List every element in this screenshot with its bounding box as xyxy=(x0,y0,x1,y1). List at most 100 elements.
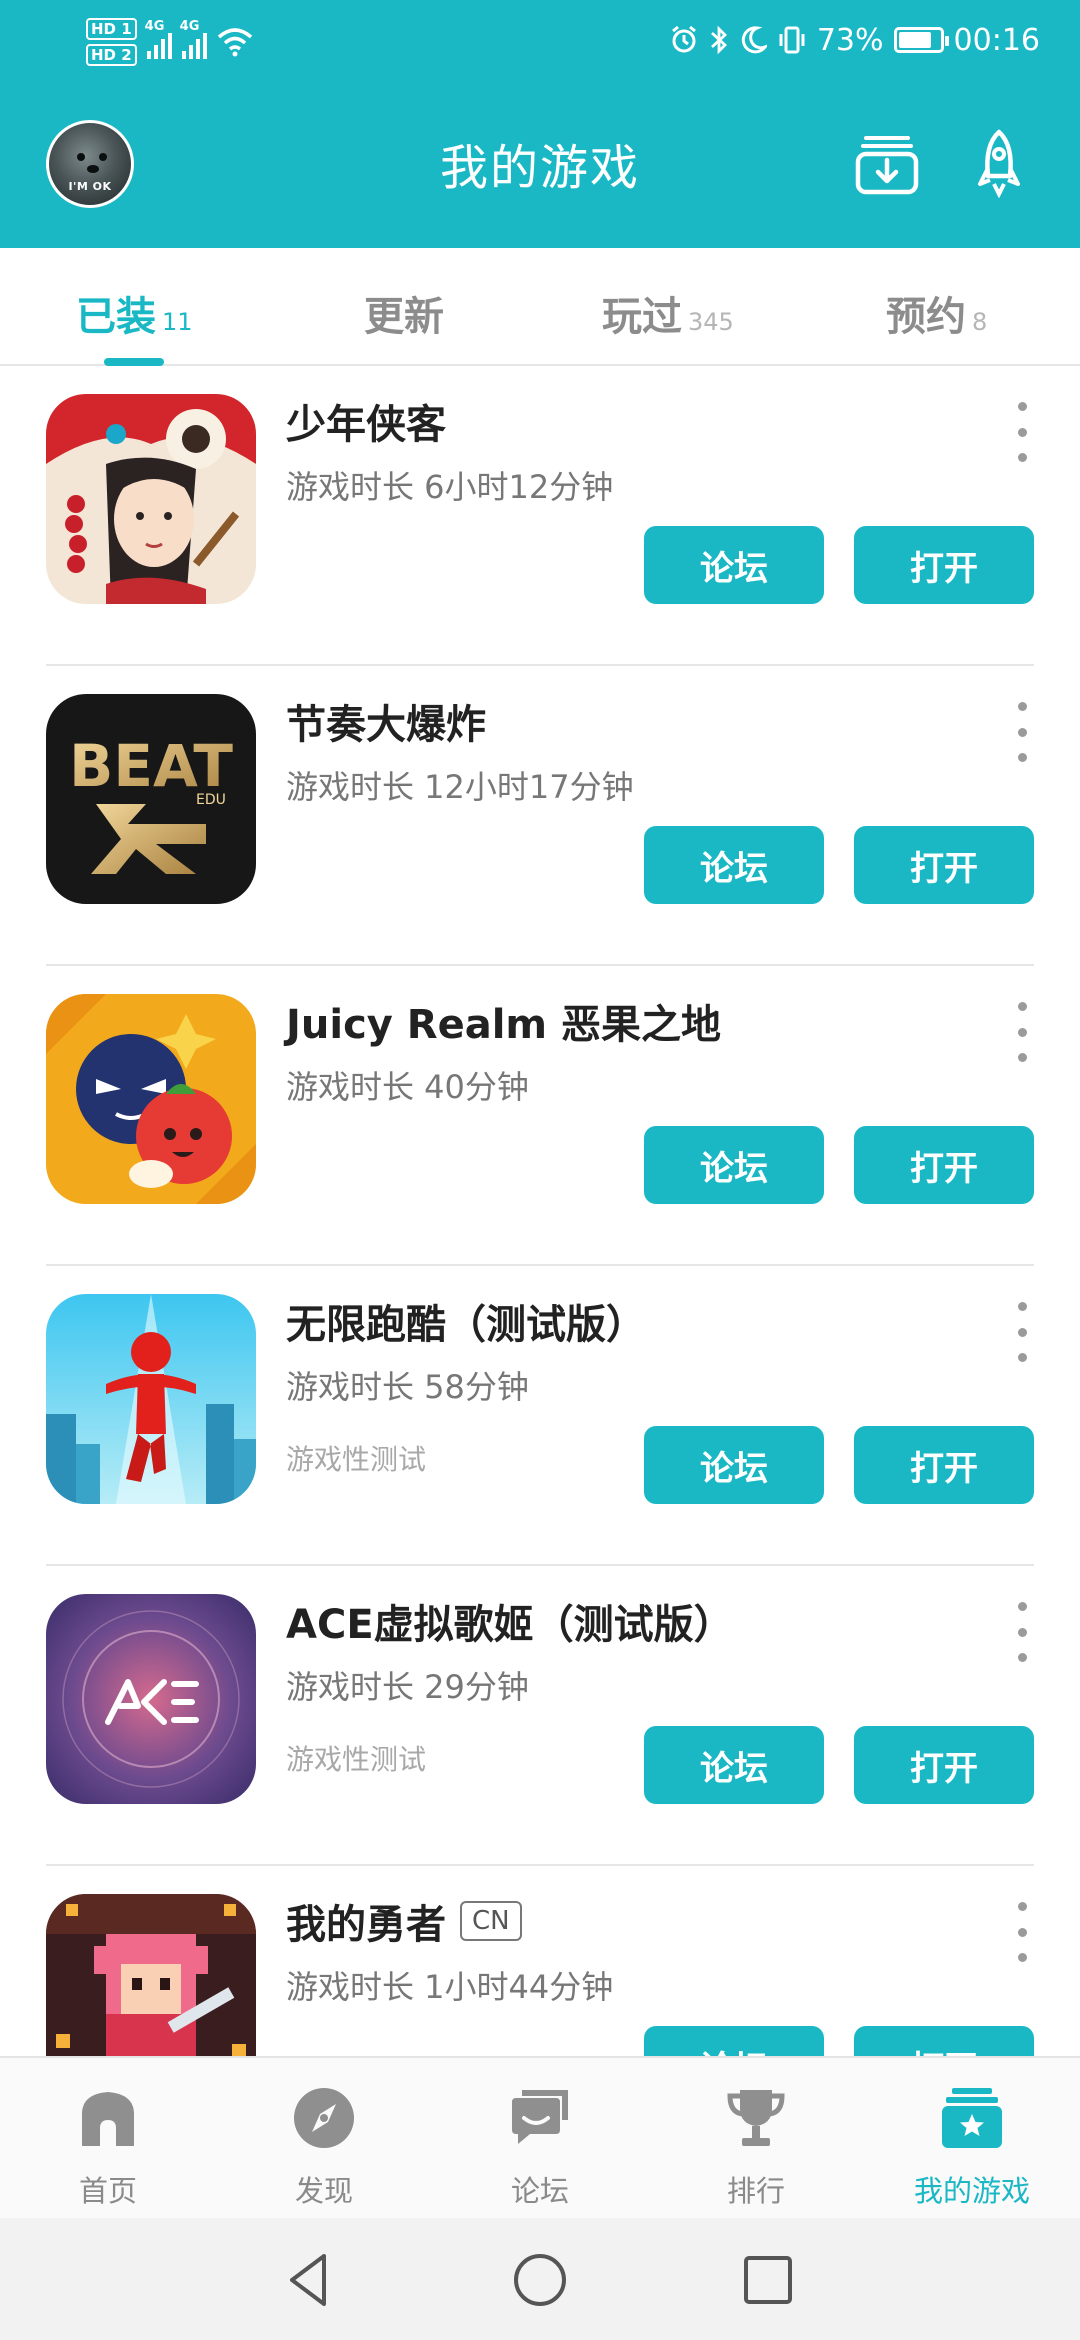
game-row[interactable]: ACE虚拟歌姬（测试版） 游戏时长 29分钟 游戏性测试 论坛 打开 xyxy=(0,1566,1080,1866)
game-title-text: ACE虚拟歌姬（测试版） xyxy=(286,1602,734,1648)
more-options-icon[interactable] xyxy=(1012,1002,1032,1062)
game-icon-beat[interactable]: BEAT EDU xyxy=(46,694,256,904)
game-icon-juicy-realm[interactable] xyxy=(46,994,256,1204)
hd-indicators: HD 1 HD 2 xyxy=(86,18,137,66)
game-icon-shaonian-xiake[interactable] xyxy=(46,394,256,604)
network-2-label: 4G xyxy=(179,19,200,34)
network-1-label: 4G xyxy=(144,19,165,34)
forum-button[interactable]: 论坛 xyxy=(644,526,824,604)
game-title-text: 节奏大爆炸 xyxy=(286,702,486,748)
svg-text:EDU: EDU xyxy=(196,792,226,808)
hd2-badge: HD 2 xyxy=(86,44,137,66)
game-playtime: 游戏时长 1小时44分钟 xyxy=(286,1968,614,2006)
nav-label: 首页 xyxy=(78,2174,137,2208)
game-title: Juicy Realm 恶果之地 xyxy=(286,992,721,1050)
more-options-icon[interactable] xyxy=(1012,702,1032,762)
home-circle-icon[interactable] xyxy=(508,2248,572,2312)
more-options-icon[interactable] xyxy=(1012,1602,1032,1662)
open-button[interactable]: 打开 xyxy=(854,826,1034,904)
game-title: 少年侠客 xyxy=(286,392,446,450)
trophy-icon xyxy=(727,2090,785,2146)
tab-updates[interactable]: 更新 xyxy=(364,284,444,344)
game-list[interactable]: 少年侠客 游戏时长 6小时12分钟 论坛 打开 BEAT EDU 节奏大爆炸 游… xyxy=(0,366,1080,2056)
game-icon-infinite-parkour[interactable] xyxy=(46,1294,256,1504)
game-row[interactable]: Juicy Realm 恶果之地 游戏时长 40分钟 论坛 打开 xyxy=(0,966,1080,1266)
recents-icon[interactable] xyxy=(736,2248,800,2312)
vibrate-icon xyxy=(779,26,805,54)
game-title: ACE虚拟歌姬（测试版） xyxy=(286,1592,734,1650)
game-title: 无限跑酷（测试版） xyxy=(286,1292,646,1350)
svg-text:BEAT: BEAT xyxy=(69,732,233,800)
open-button[interactable]: 打开 xyxy=(854,1126,1034,1204)
battery-icon xyxy=(893,27,949,53)
back-icon[interactable] xyxy=(278,2248,342,2312)
more-options-icon[interactable] xyxy=(1012,1302,1032,1362)
nav-label: 排行 xyxy=(726,2174,785,2208)
nav-home[interactable]: 首页 xyxy=(0,2058,216,2218)
moon-icon xyxy=(741,26,767,54)
game-playtime: 游戏时长 29分钟 xyxy=(286,1668,529,1706)
game-icon-my-hero[interactable] xyxy=(46,1894,256,2056)
game-playtime: 游戏时长 40分钟 xyxy=(286,1068,529,1106)
nav-forum[interactable]: 论坛 xyxy=(432,2058,648,2218)
game-row[interactable]: 少年侠客 游戏时长 6小时12分钟 论坛 打开 xyxy=(0,366,1080,666)
wifi-icon xyxy=(217,28,252,57)
status-bar: HD 1 HD 2 4G 4G 73% 00:16 xyxy=(0,0,1080,78)
game-row[interactable]: 我的勇者 CN 游戏时长 1小时44分钟 论坛 打开 xyxy=(0,1866,1080,2056)
tab-label: 已装 xyxy=(76,294,156,340)
game-title: 节奏大爆炸 xyxy=(286,692,486,750)
bluetooth-icon xyxy=(710,25,727,55)
tab-active-indicator xyxy=(104,358,164,366)
tab-label: 预约 xyxy=(886,294,966,340)
test-label: 游戏性测试 xyxy=(286,1743,427,1776)
forum-button[interactable]: 论坛 xyxy=(644,1726,824,1804)
open-button[interactable]: 打开 xyxy=(854,2026,1034,2056)
more-options-icon[interactable] xyxy=(1012,1902,1032,1962)
game-title-text: 我的勇者 xyxy=(286,1902,446,1948)
hd1-badge: HD 1 xyxy=(86,18,137,40)
forum-button[interactable]: 论坛 xyxy=(644,2026,824,2056)
tab-reserved[interactable]: 预约 8 xyxy=(886,284,987,344)
forum-button[interactable]: 论坛 xyxy=(644,826,824,904)
tab-played[interactable]: 玩过 345 xyxy=(602,284,734,344)
game-playtime: 游戏时长 58分钟 xyxy=(286,1368,529,1406)
nav-label: 论坛 xyxy=(510,2174,569,2208)
game-playtime: 游戏时长 12小时17分钟 xyxy=(286,768,634,806)
tab-label: 玩过 xyxy=(602,294,682,340)
game-row[interactable]: 无限跑酷（测试版） 游戏时长 58分钟 游戏性测试 论坛 打开 xyxy=(0,1266,1080,1566)
signal-1-icon: 4G xyxy=(145,19,172,59)
tab-label: 更新 xyxy=(364,294,444,340)
game-title-text: 少年侠客 xyxy=(286,402,446,448)
forum-button[interactable]: 论坛 xyxy=(644,1426,824,1504)
battery-percent: 73% xyxy=(816,22,884,58)
nav-discover[interactable]: 发现 xyxy=(216,2058,432,2218)
open-button[interactable]: 打开 xyxy=(854,1726,1034,1804)
bottom-nav: 首页 发现 论坛 排行 我的游戏 xyxy=(0,2056,1080,2218)
clock: 00:16 xyxy=(953,22,1040,58)
game-icon-ace-virtual-singer[interactable] xyxy=(46,1594,256,1804)
status-right: 73% 00:16 xyxy=(669,14,1040,66)
nav-my-games[interactable]: 我的游戏 xyxy=(864,2058,1080,2218)
game-row[interactable]: BEAT EDU 节奏大爆炸 游戏时长 12小时17分钟 论坛 打开 xyxy=(0,666,1080,966)
more-options-icon[interactable] xyxy=(1012,402,1032,462)
open-button[interactable]: 打开 xyxy=(854,526,1034,604)
forum-button[interactable]: 论坛 xyxy=(644,1126,824,1204)
download-icon[interactable] xyxy=(852,128,922,198)
tab-count: 345 xyxy=(688,308,734,336)
tab-installed[interactable]: 已装 11 xyxy=(76,284,193,344)
home-icon xyxy=(82,2092,134,2146)
nav-label: 发现 xyxy=(294,2174,353,2208)
nav-label: 我的游戏 xyxy=(913,2174,1030,2208)
system-nav-bar xyxy=(0,2218,1080,2340)
region-badge: CN xyxy=(460,1901,522,1941)
open-button[interactable]: 打开 xyxy=(854,1426,1034,1504)
test-label: 游戏性测试 xyxy=(286,1443,427,1476)
signal-2-icon: 4G xyxy=(180,19,207,59)
game-title-text: 无限跑酷（测试版） xyxy=(286,1302,646,1348)
status-left: HD 1 HD 2 4G 4G xyxy=(86,12,253,72)
game-title: 我的勇者 CN xyxy=(286,1892,522,1950)
nav-ranking[interactable]: 排行 xyxy=(648,2058,864,2218)
compass-icon xyxy=(294,2088,354,2148)
game-title-text: Juicy Realm 恶果之地 xyxy=(286,1002,722,1048)
rocket-icon[interactable] xyxy=(964,128,1034,198)
